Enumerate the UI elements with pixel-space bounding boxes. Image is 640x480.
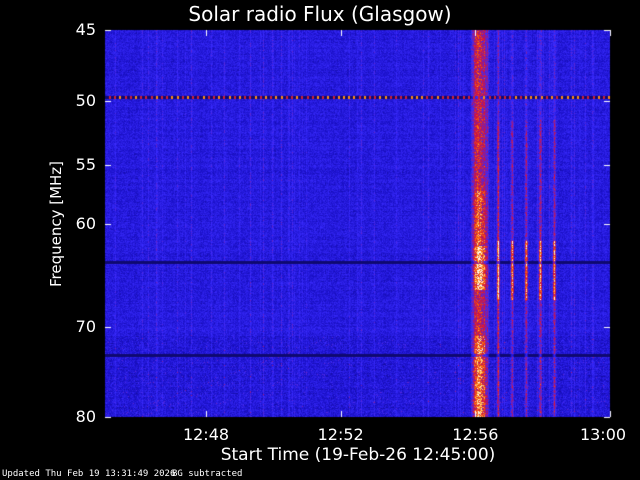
x-tick-label: 12:52	[317, 425, 364, 444]
updated-timestamp: Updated Thu Feb 19 13:31:49 2026	[2, 469, 176, 479]
y-tick-label: 50	[75, 90, 96, 110]
y-tick-label: 55	[75, 154, 96, 174]
bg-subtracted-note: BG subtracted	[172, 469, 243, 479]
y-tick-label: 70	[75, 317, 96, 337]
x-tick-label: 12:56	[452, 425, 499, 444]
x-tick-label: 12:48	[182, 425, 230, 444]
y-tick-label: 45	[75, 20, 96, 39]
y-tick-label: 80	[75, 407, 96, 426]
x-axis-label: Start Time (19-Feb-26 12:45:00)	[220, 445, 496, 465]
chart-title: Solar radio Flux (Glasgow)	[188, 2, 452, 26]
y-tick-label: 60	[75, 213, 96, 233]
x-tick-label: 13:00	[579, 425, 627, 444]
spectrogram-canvas	[0, 0, 640, 480]
